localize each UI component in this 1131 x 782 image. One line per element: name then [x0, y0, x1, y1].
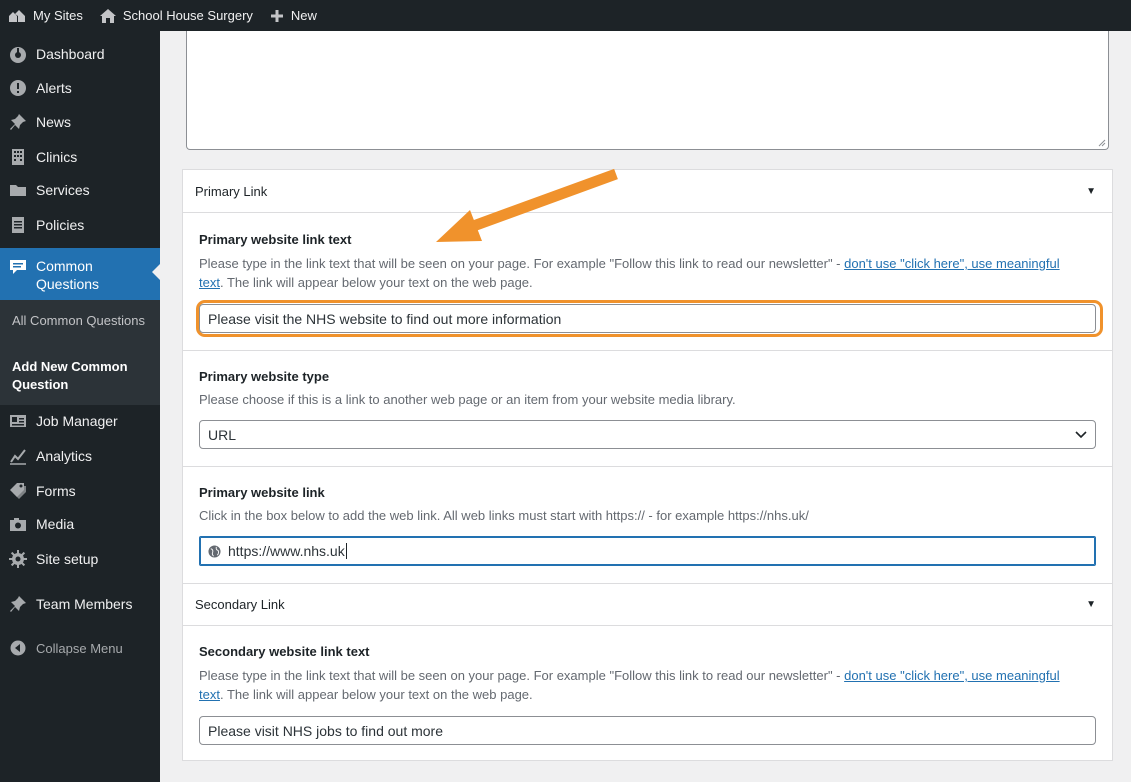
desc-text: . The link will appear below your text o… — [219, 275, 533, 290]
sidebar-item-analytics[interactable]: Analytics — [0, 447, 160, 465]
sidebar-item-label: Common Questions — [36, 258, 100, 292]
alert-icon — [0, 79, 36, 97]
id-card-icon — [0, 414, 36, 428]
secondary-link-text-input[interactable]: Please visit NHS jobs to find out more — [199, 716, 1096, 745]
pin-icon — [0, 595, 36, 613]
gear-icon — [0, 550, 36, 568]
pin-icon — [0, 113, 36, 131]
sidebar-item-services[interactable]: Services — [0, 182, 160, 198]
divider — [183, 466, 1112, 467]
folder-icon — [0, 182, 36, 198]
sidebar-item-label: Media — [36, 516, 75, 532]
primary-link-text-description: Please type in the link text that will b… — [199, 254, 1079, 292]
new-label: New — [290, 8, 317, 23]
sidebar-item-media[interactable]: Media — [0, 516, 160, 532]
primary-link-url-input[interactable]: https://www.nhs.uk — [199, 536, 1096, 566]
sidebar-item-label: Dashboard — [36, 46, 105, 62]
sidebar-item-label: Clinics — [36, 149, 78, 165]
sidebar-item-forms[interactable]: Forms — [0, 482, 160, 500]
sidebar-item-alerts[interactable]: Alerts — [0, 79, 160, 97]
comment-icon — [0, 258, 36, 276]
select-value: URL — [208, 426, 237, 443]
sidebar-item-label: Job Manager — [36, 413, 118, 429]
secondary-link-text-description: Please type in the link text that will b… — [199, 666, 1079, 704]
collapse-toggle-icon[interactable]: ▼ — [1086, 599, 1096, 610]
chart-line-icon — [0, 447, 36, 465]
primary-link-text-input[interactable]: Please visit the NHS website to find out… — [199, 304, 1096, 333]
secondary-link-heading: Secondary Link — [195, 597, 285, 612]
sidebar-item-clinics[interactable]: Clinics — [0, 148, 160, 166]
sidebar-item-label: Forms — [36, 483, 76, 499]
sidebar-item-label: Site setup — [36, 551, 99, 567]
resize-grip-icon[interactable] — [1098, 139, 1106, 147]
collapse-arrow-icon — [0, 640, 36, 656]
collapse-menu-label: Collapse Menu — [36, 640, 123, 656]
sidebar-item-dashboard[interactable]: Dashboard — [0, 45, 160, 63]
input-value: Please visit NHS jobs to find out more — [208, 722, 443, 739]
sidebar-item-job-manager[interactable]: Job Manager — [0, 413, 160, 429]
dashboard-icon — [0, 45, 36, 63]
desc-text: Please type in the link text that will b… — [199, 668, 845, 683]
annotation-arrow-icon — [436, 168, 618, 242]
building-icon — [0, 148, 36, 166]
submenu-item-all[interactable]: All Common Questions — [12, 312, 152, 330]
link-fields-panel: Primary Link ▼ Primary website link text… — [182, 169, 1113, 761]
divider — [183, 350, 1112, 351]
chevron-down-icon — [1075, 430, 1087, 438]
primary-type-description: Please choose if this is a link to anoth… — [199, 392, 736, 407]
text-cursor — [345, 543, 347, 559]
primary-link-description: Click in the box below to add the web li… — [199, 508, 809, 523]
sidebar-item-label: News — [36, 114, 72, 130]
sidebar-item-label: Services — [36, 182, 90, 198]
my-sites-menu[interactable]: My Sites — [0, 0, 91, 31]
sidebar-submenu: All Common Questions Add New Common Ques… — [0, 300, 160, 405]
sidebar-item-label: Analytics — [36, 448, 93, 464]
sidebar-item-team-members[interactable]: Team Members — [0, 595, 160, 613]
sidebar-item-label: Policies — [36, 217, 85, 233]
primary-link-label: Primary website link — [199, 485, 325, 500]
collapse-menu-button[interactable]: Collapse Menu — [0, 640, 160, 656]
my-sites-label: My Sites — [33, 8, 83, 23]
tags-icon — [0, 482, 36, 500]
sidebar-item-common-questions[interactable]: Common Questions — [0, 248, 160, 300]
desc-text: . The link will appear below your text o… — [219, 687, 533, 702]
collapse-toggle-icon[interactable]: ▼ — [1086, 186, 1096, 197]
secondary-link-header[interactable]: Secondary Link ▼ — [183, 583, 1112, 626]
content-textarea[interactable] — [186, 31, 1109, 150]
sidebar-item-policies[interactable]: Policies — [0, 216, 160, 234]
document-icon — [0, 216, 36, 234]
my-sites-icon — [9, 9, 25, 22]
admin-bar: My Sites School House Surgery New — [0, 0, 1131, 31]
desc-text: Please type in the link text that will b… — [199, 256, 845, 271]
primary-link-heading: Primary Link — [195, 183, 268, 199]
sidebar-item-label: Alerts — [36, 80, 72, 96]
site-name-label: School House Surgery — [122, 8, 253, 23]
plus-icon — [270, 9, 283, 22]
admin-sidebar: Dashboard Alerts News Clinics Services P… — [0, 31, 160, 782]
primary-type-label: Primary website type — [199, 369, 330, 384]
sidebar-item-label: Team Members — [36, 596, 133, 612]
globe-icon — [208, 544, 221, 558]
primary-type-select[interactable]: URL — [199, 420, 1096, 449]
primary-link-text-label: Primary website link text — [199, 232, 352, 247]
camera-icon — [0, 516, 36, 532]
sidebar-item-news[interactable]: News — [0, 113, 160, 131]
submenu-item-add-new[interactable]: Add New Common Question — [12, 358, 152, 394]
home-icon — [99, 8, 116, 23]
input-value: https://www.nhs.uk — [228, 543, 345, 559]
new-content-menu[interactable]: New — [261, 0, 325, 31]
site-name-menu[interactable]: School House Surgery — [91, 0, 261, 31]
sidebar-item-site-setup[interactable]: Site setup — [0, 550, 160, 568]
primary-link-header[interactable]: Primary Link ▼ — [183, 170, 1112, 213]
secondary-link-text-label: Secondary website link text — [199, 644, 370, 659]
input-value: Please visit the NHS website to find out… — [208, 310, 562, 327]
